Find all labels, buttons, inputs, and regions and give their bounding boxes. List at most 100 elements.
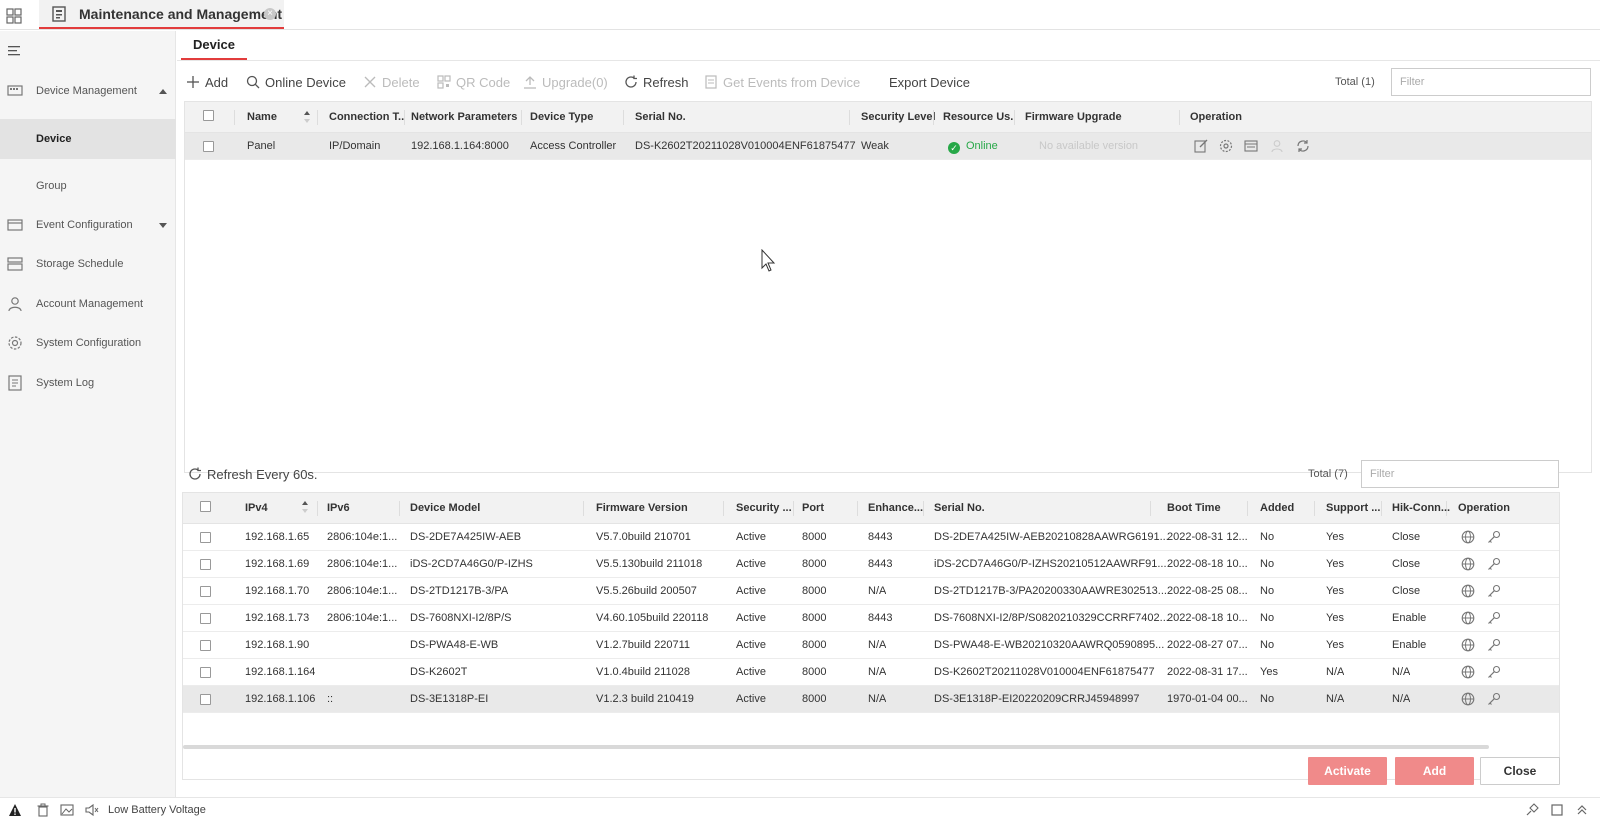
table-row[interactable]: 192.168.1.90 DS-PWA48-E-WB V1.2.7build 220…: [183, 632, 1559, 659]
speaker-muted-icon[interactable]: [85, 803, 99, 817]
menu-toggle-icon[interactable]: [8, 45, 22, 57]
export-device-button[interactable]: Export Device: [889, 67, 970, 97]
row-checkbox[interactable]: [200, 586, 211, 597]
col-header-network[interactable]: Network Parameters: [411, 102, 517, 133]
globe-icon[interactable]: [1461, 557, 1475, 571]
table-cell: 192.168.1.164: [245, 666, 316, 678]
collapse-arrow-icon: [159, 88, 167, 94]
get-events-label: Get Events from Device: [723, 74, 861, 90]
select-all-checkbox[interactable]: [200, 501, 211, 512]
horizontal-scrollbar[interactable]: [183, 745, 1489, 749]
device-filter-input[interactable]: [1391, 68, 1591, 96]
online-filter-input[interactable]: [1361, 460, 1559, 488]
col-header[interactable]: IPv4: [245, 493, 268, 524]
person-icon[interactable]: [1270, 139, 1284, 153]
col-header[interactable]: Added: [1260, 493, 1294, 524]
col-header-resource[interactable]: Resource Us...: [943, 102, 1013, 133]
sidebar-item-storage-schedule[interactable]: Storage Schedule: [0, 244, 176, 284]
key-icon[interactable]: [1487, 665, 1501, 679]
row-checkbox[interactable]: [200, 532, 211, 543]
col-header-connection[interactable]: Connection T...: [329, 102, 404, 133]
col-header[interactable]: Device Model: [410, 493, 480, 524]
remote-config-icon[interactable]: [1244, 139, 1258, 153]
col-header-device-type[interactable]: Device Type: [530, 102, 593, 133]
sidebar-item-device-management[interactable]: Device Management: [0, 71, 176, 111]
globe-icon[interactable]: [1461, 530, 1475, 544]
col-header-serial[interactable]: Serial No.: [635, 102, 686, 133]
col-header[interactable]: Boot Time: [1167, 493, 1221, 524]
delete-button[interactable]: Delete: [363, 67, 420, 97]
sort-icon[interactable]: [303, 110, 311, 124]
chevron-up-double-icon[interactable]: [1575, 803, 1589, 817]
pin-icon[interactable]: [1525, 803, 1539, 817]
table-row[interactable]: 192.168.1.73 2806:104e:1... DS-7608NXI-I2/…: [183, 605, 1559, 632]
row-checkbox[interactable]: [200, 694, 211, 705]
col-header[interactable]: Serial No.: [934, 493, 985, 524]
settings-icon[interactable]: [1219, 139, 1233, 153]
activate-button[interactable]: Activate: [1308, 757, 1387, 785]
app-grid-icon[interactable]: [6, 8, 22, 24]
select-all-checkbox[interactable]: [203, 110, 214, 121]
col-header[interactable]: Hik-Conn...: [1392, 493, 1450, 524]
sidebar-item-event-configuration[interactable]: Event Configuration: [0, 205, 176, 245]
col-header[interactable]: Enhance...: [868, 493, 923, 524]
close-tab-icon[interactable]: ×: [264, 8, 276, 20]
col-header-security[interactable]: Security Level: [861, 102, 936, 133]
key-icon[interactable]: [1487, 557, 1501, 571]
warning-icon[interactable]: [8, 803, 22, 817]
table-row[interactable]: 192.168.1.69 2806:104e:1... iDS-2CD7A46G0/…: [183, 551, 1559, 578]
key-icon[interactable]: [1487, 611, 1501, 625]
device-table: Name Connection T... Network Parameters …: [184, 101, 1592, 473]
col-header[interactable]: Support ...: [1326, 493, 1380, 524]
row-checkbox[interactable]: [200, 667, 211, 678]
col-header[interactable]: IPv6: [327, 493, 350, 524]
col-header[interactable]: Port: [802, 493, 824, 524]
sidebar-item-device[interactable]: Device: [0, 119, 176, 159]
app-tab-maintenance[interactable]: Maintenance and Management ×: [39, 0, 284, 29]
globe-icon[interactable]: [1461, 584, 1475, 598]
maximize-icon[interactable]: [1550, 803, 1564, 817]
row-checkbox[interactable]: [203, 141, 214, 152]
row-checkbox[interactable]: [200, 559, 211, 570]
key-icon[interactable]: [1487, 530, 1501, 544]
key-icon[interactable]: [1487, 692, 1501, 706]
upgrade-button[interactable]: Upgrade(0): [523, 67, 608, 97]
key-icon[interactable]: [1487, 638, 1501, 652]
table-cell: Close: [1392, 531, 1421, 543]
sidebar-item-account-management[interactable]: Account Management: [0, 284, 176, 324]
edit-icon[interactable]: [1194, 139, 1208, 153]
add-device-button[interactable]: Add: [1395, 757, 1474, 785]
sidebar-item-system-log[interactable]: System Log: [0, 363, 176, 403]
globe-icon[interactable]: [1461, 665, 1475, 679]
table-row[interactable]: 192.168.1.70 2806:104e:1... DS-2TD1217B-3/…: [183, 578, 1559, 605]
add-button[interactable]: Add: [186, 67, 228, 97]
trash-icon[interactable]: [36, 803, 50, 817]
refresh-button[interactable]: Refresh: [624, 67, 689, 97]
globe-icon[interactable]: [1461, 692, 1475, 706]
close-button[interactable]: Close: [1480, 757, 1560, 785]
globe-icon[interactable]: [1461, 611, 1475, 625]
col-header[interactable]: Security ...: [736, 493, 792, 524]
refresh-interval-button[interactable]: Refresh Every 60s.: [188, 459, 318, 489]
get-events-button[interactable]: Get Events from Device: [704, 67, 860, 97]
table-row[interactable]: 192.168.1.65 2806:104e:1... DS-2DE7A425IW-…: [183, 524, 1559, 551]
tab-device[interactable]: Device: [181, 31, 247, 60]
row-checkbox[interactable]: [200, 613, 211, 624]
col-header-firmware[interactable]: Firmware Upgrade: [1025, 102, 1122, 133]
column-separator: [1247, 501, 1248, 516]
qr-code-button[interactable]: QR Code: [437, 67, 510, 97]
col-header[interactable]: Firmware Version: [596, 493, 688, 524]
table-row[interactable]: Panel IP/Domain 192.168.1.164:8000 Acces…: [185, 133, 1591, 160]
table-row[interactable]: 192.168.1.164 DS-K2602T V1.0.4build 211028…: [183, 659, 1559, 686]
sort-icon[interactable]: [301, 500, 309, 514]
globe-icon[interactable]: [1461, 638, 1475, 652]
sidebar-item-system-configuration[interactable]: System Configuration: [0, 323, 176, 363]
sidebar-item-group[interactable]: Group: [0, 166, 176, 206]
col-header-name[interactable]: Name: [247, 102, 277, 133]
row-checkbox[interactable]: [200, 640, 211, 651]
key-icon[interactable]: [1487, 584, 1501, 598]
table-row[interactable]: 192.168.1.106:: DS-3E1318P-EI V1.2.3 build…: [183, 686, 1559, 713]
sync-icon[interactable]: [1296, 139, 1310, 153]
online-device-button[interactable]: Online Device: [246, 67, 346, 97]
image-icon[interactable]: [60, 803, 74, 817]
